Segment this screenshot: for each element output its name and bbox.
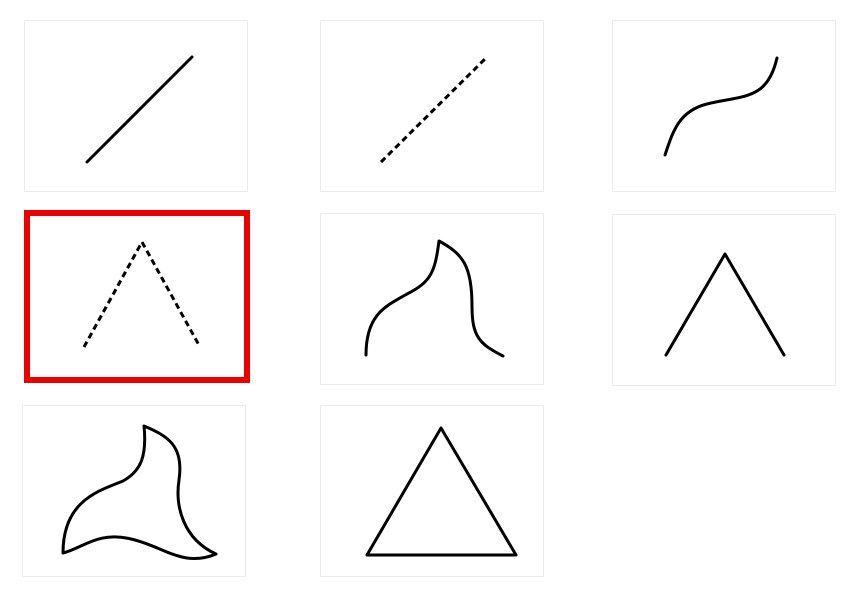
shape-tile-curved-triangle[interactable] — [22, 405, 246, 577]
shape-tile-dashed-caret[interactable] — [24, 210, 250, 383]
curved-triangle-icon — [61, 424, 218, 560]
shape-choice-grid: { "tiles": [ {"shape": "straight-line", … — [0, 0, 855, 592]
shape-tile-straight-line[interactable] — [24, 20, 248, 192]
straight-line-solid-icon — [85, 55, 194, 164]
caret-dashed-icon — [82, 240, 202, 348]
triangle-icon — [365, 426, 518, 557]
straight-line-dashed-icon — [379, 55, 489, 164]
s-curve-icon — [663, 56, 779, 157]
shape-tile-dashed-line[interactable] — [320, 20, 544, 192]
shape-tile-s-curve[interactable] — [612, 20, 836, 192]
shape-tile-triangle[interactable] — [320, 405, 544, 577]
curved-bump-icon — [364, 239, 505, 358]
shape-tile-solid-caret[interactable] — [612, 214, 836, 386]
caret-solid-icon — [664, 252, 786, 357]
shape-tile-curved-bump[interactable] — [320, 213, 544, 385]
